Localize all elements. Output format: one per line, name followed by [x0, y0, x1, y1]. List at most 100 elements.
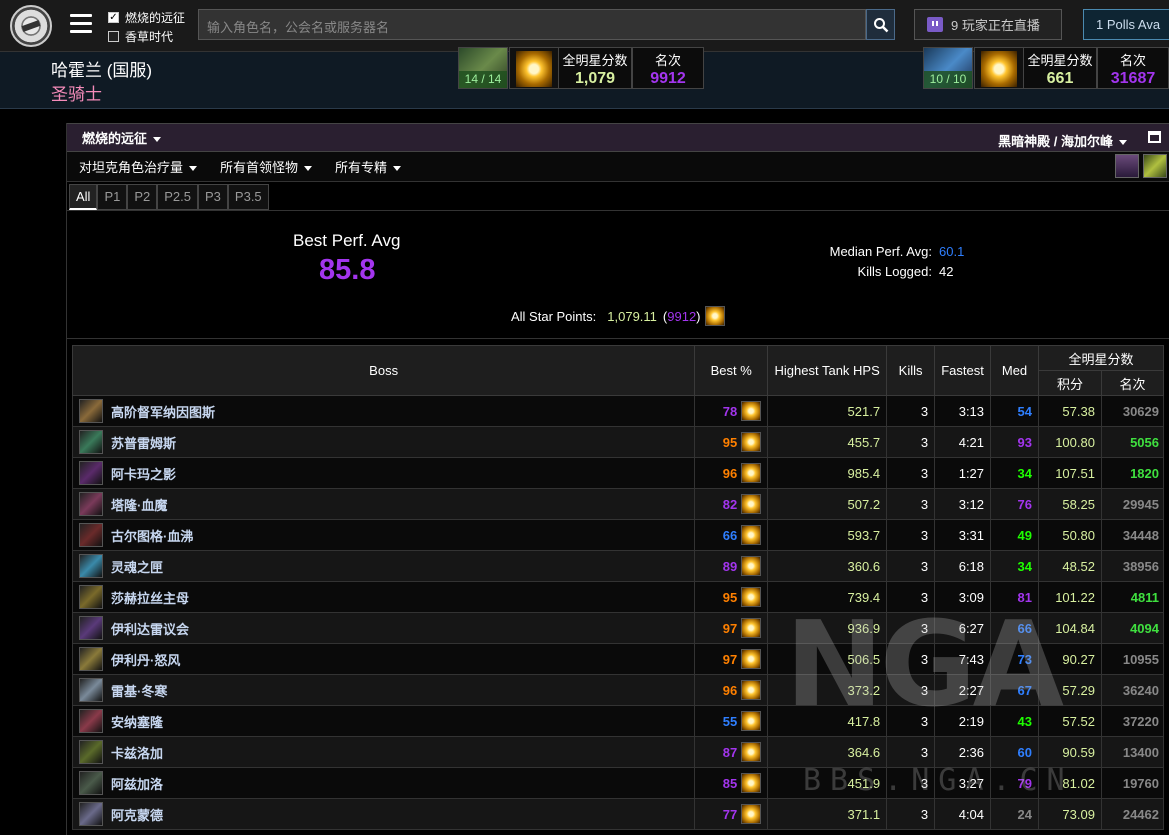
- table-row[interactable]: 阿克蒙德 77 371.1 3 4:04 24 73.09 24462: [71, 798, 1165, 830]
- boss-cell[interactable]: 伊利达雷议会: [71, 612, 696, 644]
- fastest-value[interactable]: 2:36: [934, 736, 992, 768]
- table-row[interactable]: 灵魂之匣 89 360.6 3 6:18 34 48.52 38956: [71, 550, 1165, 582]
- fastest-value[interactable]: 2:27: [934, 674, 992, 706]
- polls-button[interactable]: 1 Polls Ava: [1083, 9, 1169, 40]
- fastest-value[interactable]: 4:21: [934, 426, 992, 458]
- checkbox-checked-icon[interactable]: ✓: [108, 12, 119, 23]
- boss-dropdown[interactable]: 所有首领怪物: [220, 157, 313, 176]
- table-row[interactable]: 高阶督军纳因图斯 78 521.7 3 3:13 54 57.38 30629: [71, 395, 1165, 427]
- boss-name[interactable]: 阿克蒙德: [111, 805, 163, 824]
- fastest-value[interactable]: 4:04: [934, 798, 992, 830]
- boss-name[interactable]: 古尔图格·血沸: [111, 526, 193, 545]
- table-row[interactable]: 雷基·冬寒 96 373.2 3 2:27 67 57.29 36240: [71, 674, 1165, 706]
- boss-cell[interactable]: 古尔图格·血沸: [71, 519, 696, 551]
- boss-cell[interactable]: 莎赫拉丝主母: [71, 581, 696, 613]
- col-kills[interactable]: Kills: [886, 345, 936, 396]
- search-button[interactable]: [866, 9, 895, 40]
- fastest-value[interactable]: 6:27: [934, 612, 992, 644]
- fastest-value[interactable]: 1:27: [934, 457, 992, 489]
- fastest-value[interactable]: 3:12: [934, 488, 992, 520]
- search-input[interactable]: 输入角色名，公会名或服务器名: [198, 9, 866, 40]
- col-rank[interactable]: 名次: [1100, 370, 1165, 396]
- boss-name[interactable]: 阿兹加洛: [111, 774, 163, 793]
- median-value: 67: [990, 674, 1039, 706]
- boss-name[interactable]: 伊利丹·怒风: [111, 650, 180, 669]
- boss-portrait-icon: [79, 430, 103, 454]
- fastest-value[interactable]: 7:43: [934, 643, 992, 675]
- best-cell: 77: [694, 798, 769, 830]
- fastest-value[interactable]: 3:27: [934, 767, 992, 799]
- boss-cell[interactable]: 伊利丹·怒风: [71, 643, 696, 675]
- realm-dropdown[interactable]: 黑暗神殿 / 海加尔峰: [998, 131, 1127, 150]
- table-row[interactable]: 卡兹洛加 87 364.6 3 2:36 60 90.59 13400: [71, 736, 1165, 768]
- checkbox-unchecked-icon[interactable]: [108, 31, 119, 42]
- col-fastest[interactable]: Fastest: [934, 345, 992, 396]
- tab-all[interactable]: All: [69, 184, 98, 210]
- site-logo[interactable]: [10, 5, 52, 47]
- fastest-value[interactable]: 6:18: [934, 550, 992, 582]
- table-row[interactable]: 安纳塞隆 55 417.8 3 2:19 43 57.52 37220: [71, 705, 1165, 737]
- key-icon[interactable]: [1143, 154, 1167, 178]
- boss-name[interactable]: 伊利达雷议会: [111, 619, 189, 638]
- fastest-value[interactable]: 3:13: [934, 395, 992, 427]
- best-percent: 87: [722, 744, 738, 760]
- fastest-value[interactable]: 3:09: [934, 581, 992, 613]
- boss-cell[interactable]: 灵魂之匣: [71, 550, 696, 582]
- best-cell: 95: [694, 581, 769, 613]
- checkbox-tbc[interactable]: ✓ 燃烧的远征: [108, 8, 185, 27]
- col-best[interactable]: Best %: [694, 345, 769, 396]
- boss-name[interactable]: 阿卡玛之影: [111, 464, 176, 483]
- boss-cell[interactable]: 高阶督军纳因图斯: [71, 395, 696, 427]
- table-row[interactable]: 伊利达雷议会 97 936.9 3 6:27 66 104.84 4094: [71, 612, 1165, 644]
- table-row[interactable]: 古尔图格·血沸 66 593.7 3 3:31 49 50.80 34448: [71, 519, 1165, 551]
- best-wrap: 97: [723, 649, 762, 669]
- zone-thumbnail-1[interactable]: 14 / 14: [458, 47, 508, 89]
- checkbox-vanilla[interactable]: 香草时代: [108, 27, 185, 46]
- fastest-value[interactable]: 2:19: [934, 705, 992, 737]
- spec-icon[interactable]: [1115, 154, 1139, 178]
- col-boss[interactable]: Boss: [71, 345, 696, 396]
- tab-p2[interactable]: P2: [127, 184, 158, 210]
- boss-cell[interactable]: 安纳塞隆: [71, 705, 696, 737]
- boss-name[interactable]: 雷基·冬寒: [111, 681, 167, 700]
- best-percent: 55: [722, 713, 738, 729]
- table-row[interactable]: 阿兹加洛 85 451.9 3 3:27 79 81.02 19760: [71, 767, 1165, 799]
- fastest-value[interactable]: 3:31: [934, 519, 992, 551]
- menu-icon[interactable]: [70, 14, 92, 34]
- tab-p3[interactable]: P3: [198, 184, 228, 210]
- all-star-points-summary: All Star Points: 1,079.11 ( 9912 ): [511, 306, 725, 326]
- boss-name[interactable]: 灵魂之匣: [111, 557, 163, 576]
- boss-cell[interactable]: 塔隆·血魔: [71, 488, 696, 520]
- boss-cell[interactable]: 阿卡玛之影: [71, 457, 696, 489]
- col-hps[interactable]: Highest Tank HPS: [767, 345, 888, 396]
- table-row[interactable]: 莎赫拉丝主母 95 739.4 3 3:09 81 101.22 4811: [71, 581, 1165, 613]
- boss-name[interactable]: 莎赫拉丝主母: [111, 588, 189, 607]
- boss-cell[interactable]: 阿克蒙德: [71, 798, 696, 830]
- boss-cell[interactable]: 雷基·冬寒: [71, 674, 696, 706]
- boss-cell[interactable]: 阿兹加洛: [71, 767, 696, 799]
- table-row[interactable]: 伊利丹·怒风 97 506.5 3 7:43 73 90.27 10955: [71, 643, 1165, 675]
- boss-cell[interactable]: 苏普雷姆斯: [71, 426, 696, 458]
- table-row[interactable]: 塔隆·血魔 82 507.2 3 3:12 76 58.25 29945: [71, 488, 1165, 520]
- tab-p2-5[interactable]: P2.5: [157, 184, 199, 210]
- boss-name[interactable]: 高阶督军纳因图斯: [111, 402, 215, 421]
- table-row[interactable]: 苏普雷姆斯 95 455.7 3 4:21 93 100.80 5056: [71, 426, 1165, 458]
- median-value: 81: [990, 581, 1039, 613]
- boss-name[interactable]: 塔隆·血魔: [111, 495, 167, 514]
- metric-dropdown[interactable]: 对坦克角色治疗量: [79, 157, 198, 176]
- col-med[interactable]: Med: [990, 345, 1039, 396]
- zone-thumbnail-2[interactable]: 10 / 10: [923, 47, 973, 89]
- maximize-icon[interactable]: [1148, 131, 1161, 143]
- spec-dropdown[interactable]: 所有专精: [335, 157, 402, 176]
- boss-cell[interactable]: 卡兹洛加: [71, 736, 696, 768]
- checkbox-label: 燃烧的远征: [125, 11, 186, 25]
- boss-name[interactable]: 苏普雷姆斯: [111, 433, 176, 452]
- twitch-streams-button[interactable]: 9 玩家正在直播: [914, 9, 1062, 40]
- col-points[interactable]: 积分: [1038, 370, 1102, 396]
- table-row[interactable]: 阿卡玛之影 96 985.4 3 1:27 34 107.51 1820: [71, 457, 1165, 489]
- boss-name[interactable]: 安纳塞隆: [111, 712, 163, 731]
- boss-name[interactable]: 卡兹洛加: [111, 743, 163, 762]
- tab-p3-5[interactable]: P3.5: [227, 184, 269, 210]
- tab-p1[interactable]: P1: [97, 184, 128, 210]
- expansion-dropdown[interactable]: 燃烧的远征: [82, 128, 162, 147]
